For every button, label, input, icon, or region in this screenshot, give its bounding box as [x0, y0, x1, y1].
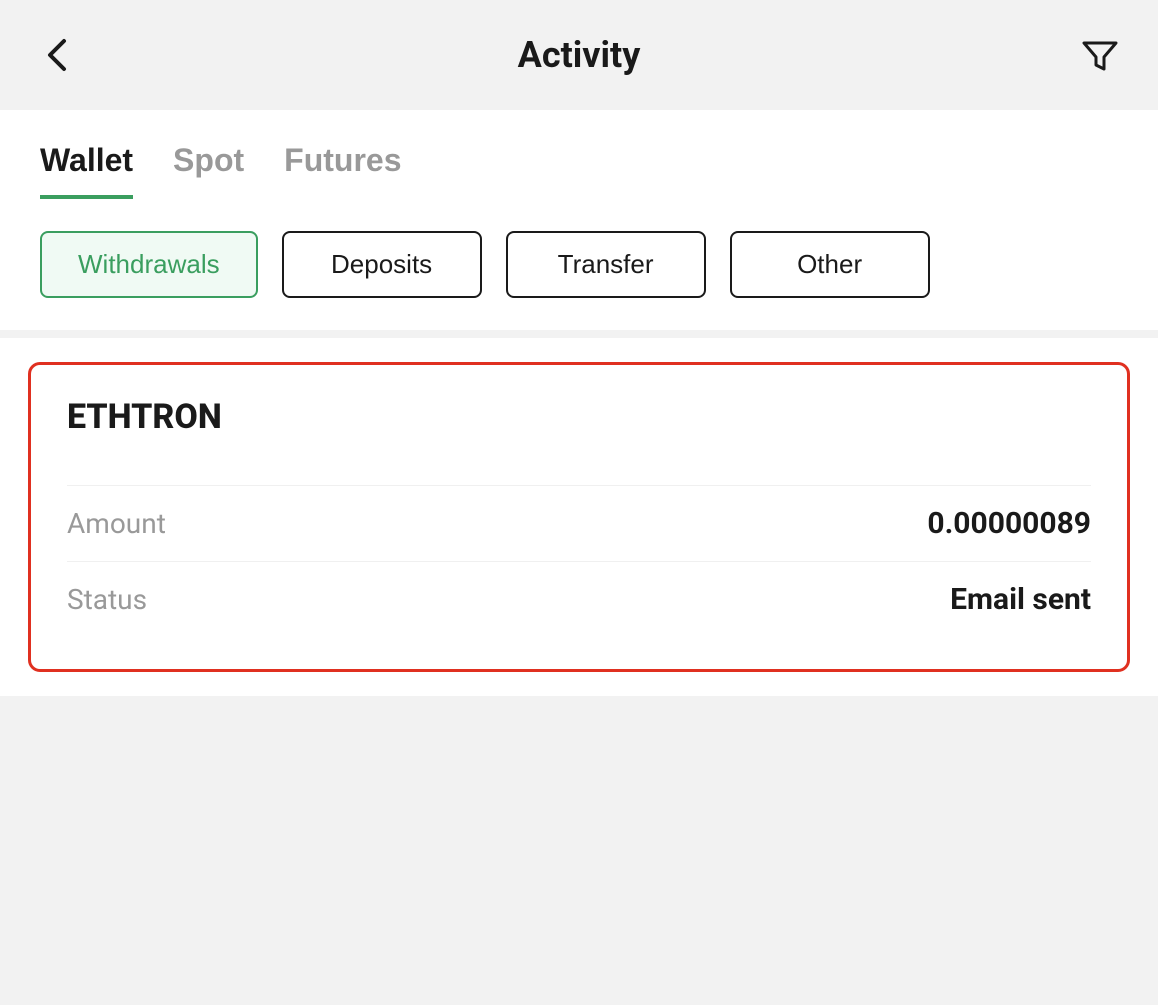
- filter-transfer-button[interactable]: Transfer: [506, 231, 706, 298]
- status-row: Status Email sent: [67, 561, 1091, 637]
- page-title: Activity: [518, 34, 641, 76]
- amount-value: 0.00000089: [927, 506, 1091, 541]
- back-button[interactable]: [36, 33, 80, 77]
- tabs-section: Wallet Spot Futures: [0, 110, 1158, 199]
- transaction-title: ETHTRON: [67, 397, 1091, 437]
- transaction-card[interactable]: ETHTRON Amount 0.00000089 Status Email s…: [28, 362, 1130, 672]
- filter-section: Withdrawals Deposits Transfer Other: [0, 199, 1158, 330]
- tab-spot[interactable]: Spot: [173, 142, 244, 199]
- status-value: Email sent: [950, 582, 1091, 617]
- tab-futures[interactable]: Futures: [284, 142, 401, 199]
- status-label: Status: [67, 583, 147, 616]
- tab-wallet[interactable]: Wallet: [40, 142, 133, 199]
- header: Activity: [0, 0, 1158, 110]
- amount-label: Amount: [67, 507, 166, 540]
- tabs-row: Wallet Spot Futures: [40, 142, 1118, 199]
- filter-deposits-button[interactable]: Deposits: [282, 231, 482, 298]
- card-section: ETHTRON Amount 0.00000089 Status Email s…: [0, 338, 1158, 696]
- filter-other-button[interactable]: Other: [730, 231, 930, 298]
- amount-row: Amount 0.00000089: [67, 485, 1091, 561]
- filter-withdrawals-button[interactable]: Withdrawals: [40, 231, 258, 298]
- filter-button[interactable]: [1078, 33, 1122, 77]
